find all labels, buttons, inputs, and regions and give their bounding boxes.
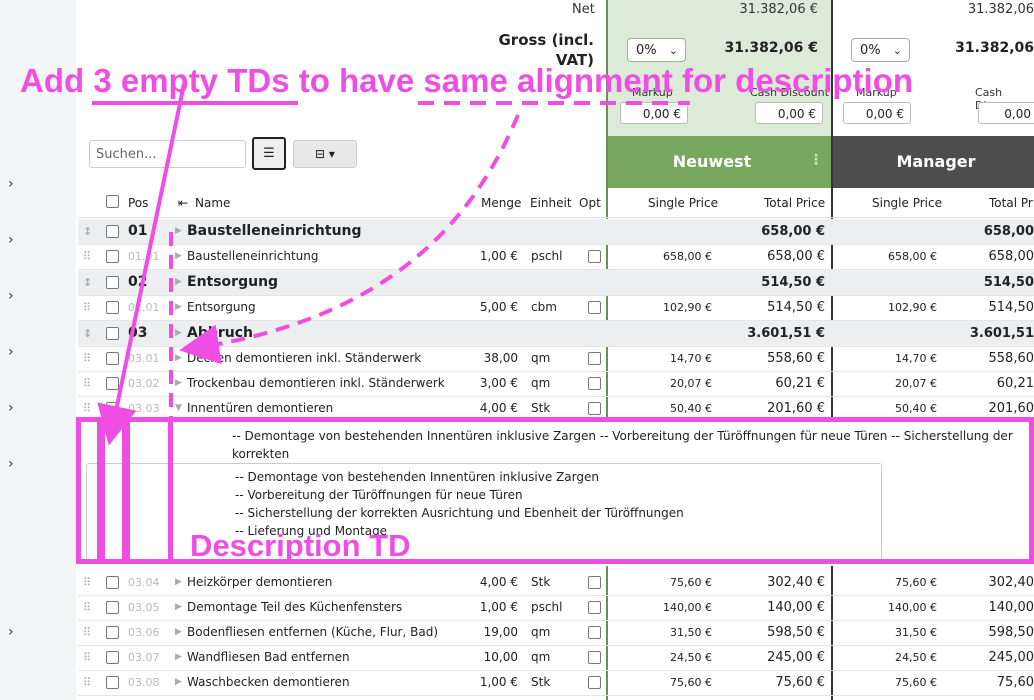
annotation-dashed-arrow [179,114,520,365]
annotation-arrows [92,83,690,446]
annotation-arrow [97,83,186,446]
